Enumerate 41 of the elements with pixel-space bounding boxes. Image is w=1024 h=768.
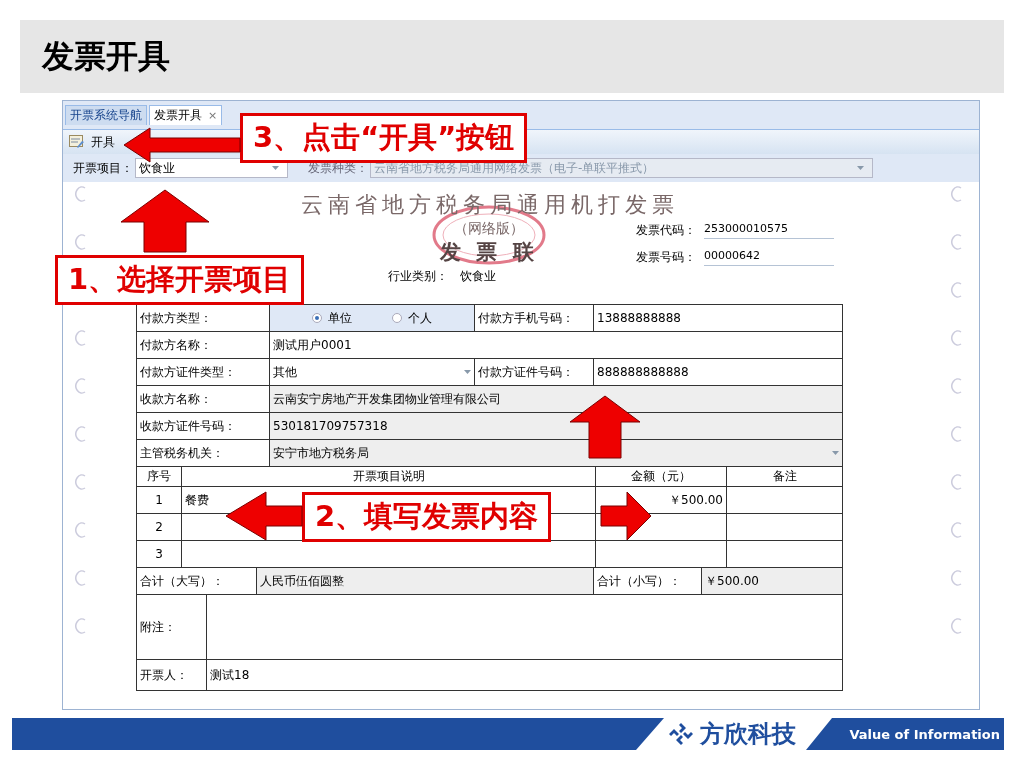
select-field[interactable]: 其他: [270, 359, 475, 385]
select-field[interactable]: 饮食业: [135, 158, 288, 178]
row-number: 3: [137, 541, 182, 567]
row-number: 1: [137, 487, 182, 513]
row-number: 2: [137, 514, 182, 540]
column-header: 金额（元）: [596, 467, 727, 486]
close-icon[interactable]: ×: [208, 109, 218, 122]
callout: 3、点击“开具”按钮: [240, 113, 528, 163]
field-label: 发票号码：: [636, 249, 696, 266]
callout: 2、填写发票内容: [302, 492, 552, 542]
text-field[interactable]: 人民币伍佰圆整: [257, 568, 594, 594]
radio-option[interactable]: 单位: [312, 309, 352, 327]
invoice-number: 00000642: [704, 249, 834, 266]
caret-icon: [832, 451, 839, 455]
text-field[interactable]: 530181709757318: [270, 413, 842, 439]
field-label: 行业类别：: [388, 268, 448, 285]
tagline: Value of Information: [806, 718, 1004, 750]
slide-title: 发票开具: [42, 35, 170, 77]
edition-label: （网络版）: [454, 220, 524, 238]
field-label: 开票项目：: [73, 159, 133, 177]
caret-icon: [464, 370, 471, 374]
form-icon: [69, 135, 85, 149]
field-label: 发票代码：: [636, 222, 696, 239]
column-header: 开票项目说明: [182, 467, 596, 486]
issue-button[interactable]: 开具: [67, 131, 117, 153]
column-header: 序号: [137, 467, 182, 486]
tab[interactable]: 开票系统导航: [65, 105, 147, 125]
right-arrow: [599, 490, 653, 542]
text-field[interactable]: 云南安宁房地产开发集团物业管理有限公司: [270, 386, 842, 412]
tab[interactable]: 发票开具 ×: [149, 105, 223, 125]
text-field[interactable]: ￥500.00: [702, 568, 842, 594]
caret-icon: [272, 166, 279, 170]
industry-value: 饮食业: [460, 268, 496, 285]
column-header: 备注: [771, 468, 798, 485]
select-field[interactable]: 安宁市地方税务局: [270, 440, 842, 466]
brand-name: 方欣科技: [700, 719, 796, 750]
caret-icon: [857, 166, 864, 170]
logo-icon: [668, 722, 694, 746]
invoice-code: 253000010575: [704, 222, 834, 239]
callout: 1、选择开票项目: [55, 255, 305, 305]
radio-option[interactable]: 个人: [392, 309, 432, 327]
